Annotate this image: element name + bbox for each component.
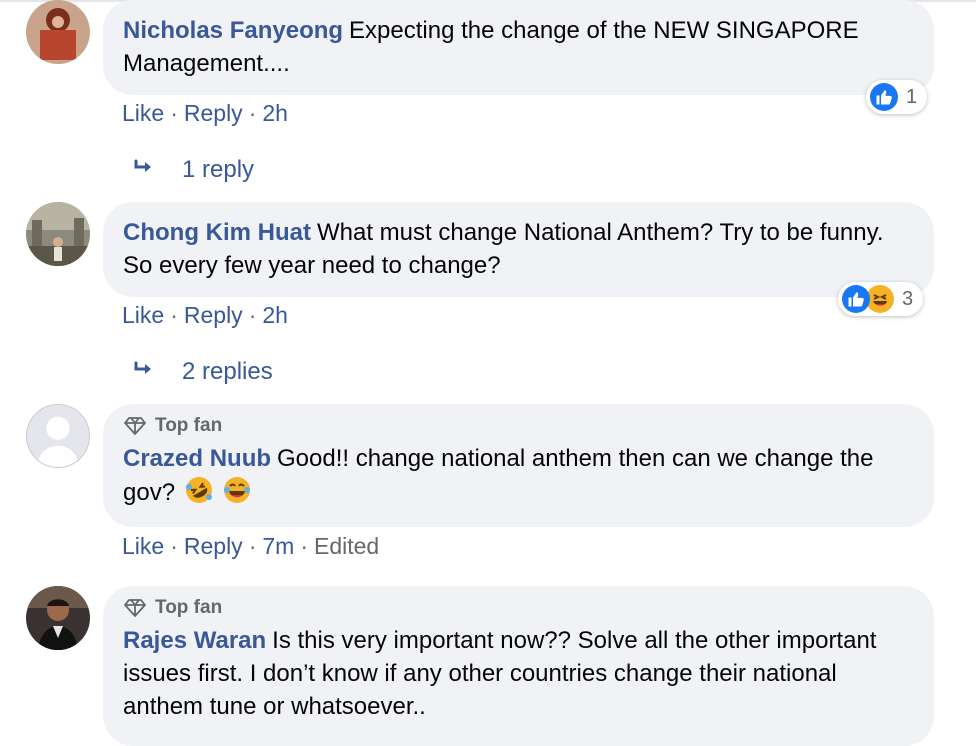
like-link[interactable]: Like xyxy=(122,533,164,559)
thumbs-up-icon xyxy=(870,83,898,111)
reply-arrow-icon xyxy=(132,357,158,387)
replies-label[interactable]: 1 reply xyxy=(182,155,254,185)
comment-actions: Like · Reply · 2h xyxy=(122,302,288,328)
comment-actions: Like · Reply · 2h xyxy=(122,100,288,126)
reply-link[interactable]: Reply xyxy=(184,100,243,126)
top-fan-badge: Top fan xyxy=(123,414,914,438)
top-fan-label: Top fan xyxy=(155,597,223,618)
edited-label: Edited xyxy=(313,533,380,559)
comment-bubble: Top fan Crazed Nuub Good!! change nationa… xyxy=(103,404,934,527)
comment-author[interactable]: Rajes Waran xyxy=(123,627,266,654)
reply-link[interactable]: Reply xyxy=(184,533,243,559)
reaction-count: 1 xyxy=(906,85,918,108)
comment-bubble: Chong Kim Huat What must change National … xyxy=(103,202,934,297)
laughing-emoji xyxy=(222,475,252,505)
comment-actions: Like · Reply · 7m · Edited xyxy=(122,533,380,559)
haha-icon xyxy=(866,285,894,313)
comment-author[interactable]: Nicholas Fanyeong xyxy=(123,17,343,44)
reaction-summary[interactable]: 3 xyxy=(838,282,924,316)
comment-author[interactable]: Chong Kim Huat xyxy=(123,219,311,246)
avatar[interactable] xyxy=(26,202,90,266)
avatar[interactable] xyxy=(26,0,90,64)
timestamp[interactable]: 2h xyxy=(262,100,288,126)
diamond-icon xyxy=(124,599,146,617)
view-replies[interactable]: 2 replies xyxy=(132,357,273,387)
view-replies[interactable]: 1 reply xyxy=(132,155,254,185)
thumbs-up-icon xyxy=(842,285,870,313)
comment-author[interactable]: Crazed Nuub xyxy=(123,445,271,472)
reply-arrow-icon xyxy=(132,155,158,185)
avatar[interactable] xyxy=(26,404,90,468)
replies-label[interactable]: 2 replies xyxy=(182,357,273,387)
like-link[interactable]: Like xyxy=(122,100,164,126)
rofl-emoji xyxy=(184,475,214,505)
diamond-icon xyxy=(124,417,146,435)
top-fan-badge: Top fan xyxy=(123,596,914,620)
comment-bubble: Top fan Rajes Waran Is this very importan… xyxy=(103,586,934,746)
top-fan-label: Top fan xyxy=(155,415,223,436)
reaction-count: 3 xyxy=(902,287,914,310)
reply-link[interactable]: Reply xyxy=(184,302,243,328)
comment-bubble: Nicholas Fanyeong Expecting the change of… xyxy=(103,0,934,95)
timestamp[interactable]: 2h xyxy=(262,302,288,328)
avatar[interactable] xyxy=(26,586,90,650)
like-link[interactable]: Like xyxy=(122,302,164,328)
reaction-summary[interactable]: 1 xyxy=(866,80,928,114)
timestamp[interactable]: 7m xyxy=(262,533,294,559)
